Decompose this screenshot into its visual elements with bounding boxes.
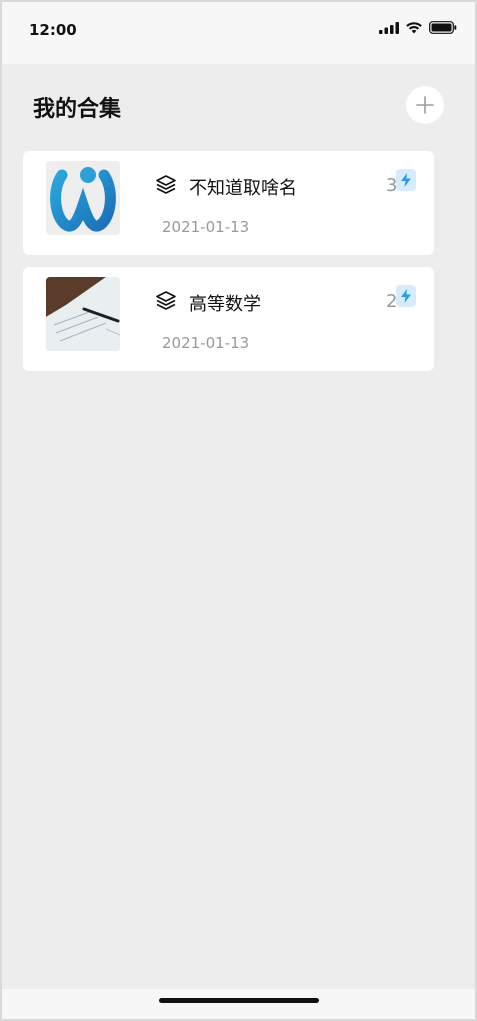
status-bar: 12:00 <box>2 2 475 64</box>
layers-icon <box>156 175 176 194</box>
collection-title: 高等数学 <box>189 294 261 315</box>
collection-date: 2021-01-13 <box>162 334 250 352</box>
lightning-icon <box>401 289 411 303</box>
add-collection-button[interactable] <box>406 86 444 124</box>
collection-date: 2021-01-13 <box>162 218 250 236</box>
layers-icon <box>156 291 176 310</box>
app-logo-icon <box>46 161 120 235</box>
collection-card[interactable]: 高等数学 2021-01-13 2 <box>23 267 434 371</box>
plus-icon <box>416 96 434 114</box>
page-title: 我的合集 <box>33 97 122 122</box>
lightning-badge <box>396 169 416 191</box>
lightning-icon <box>401 173 411 187</box>
collection-thumbnail <box>46 277 120 351</box>
lightning-badge <box>396 285 416 307</box>
header: 我的合集 <box>2 64 475 144</box>
paper-pen-photo <box>46 277 120 351</box>
collection-title: 不知道取啥名 <box>189 178 297 199</box>
phone-screen: 12:00 我的合集 不知道取啥名 2021-01-13 3 高等数学 2021… <box>0 0 477 1021</box>
collection-thumbnail <box>46 161 120 235</box>
battery-icon <box>429 21 457 34</box>
wifi-icon <box>406 22 422 34</box>
signal-icon <box>379 21 399 34</box>
collection-card[interactable]: 不知道取啥名 2021-01-13 3 <box>23 151 434 255</box>
status-time: 12:00 <box>29 21 77 39</box>
home-bar <box>2 989 475 1019</box>
home-indicator[interactable] <box>159 998 319 1003</box>
status-icons <box>379 21 457 34</box>
